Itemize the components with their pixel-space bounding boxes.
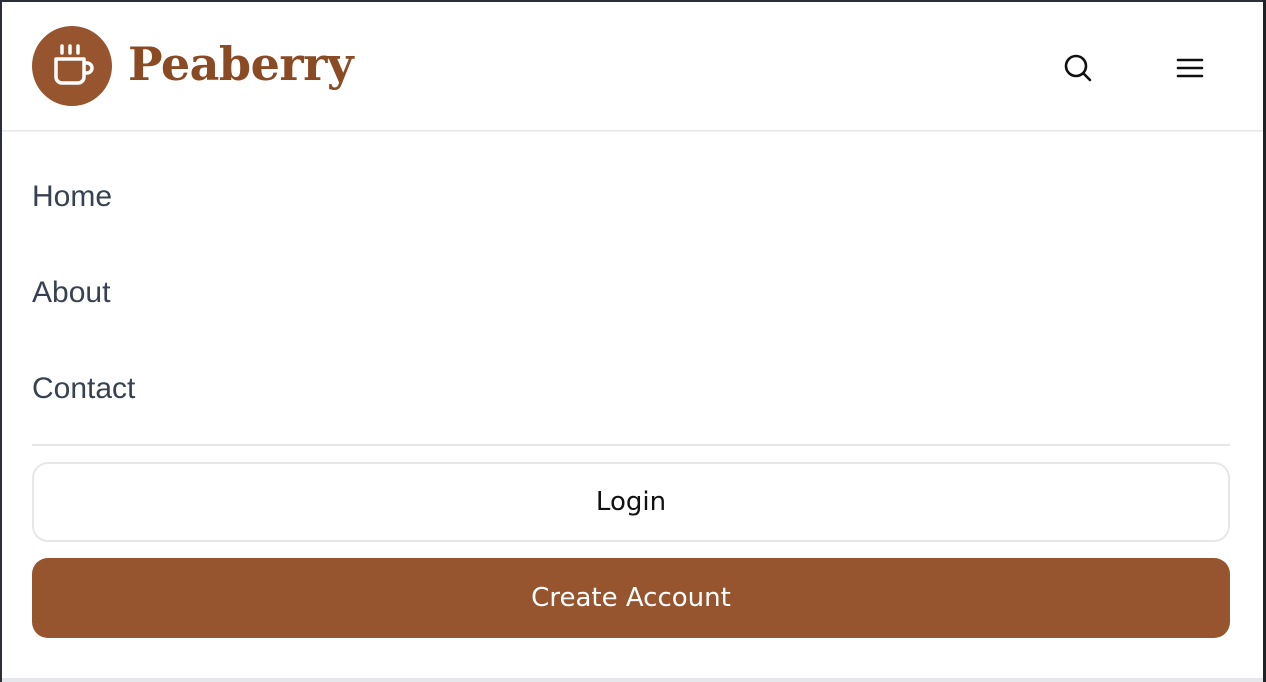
- hamburger-menu-icon: [1176, 58, 1204, 78]
- site-header: Peaberry: [2, 2, 1263, 131]
- menu-bottom-border: [2, 678, 1263, 682]
- browser-viewport: Peaberry Home About Contact Login Create…: [0, 0, 1263, 682]
- nav-link-contact[interactable]: Contact: [32, 371, 135, 407]
- menu-toggle-button[interactable]: [1168, 46, 1212, 90]
- search-button[interactable]: [1056, 46, 1100, 90]
- mobile-menu: Home About Contact Login Create Account: [2, 132, 1263, 678]
- create-account-button[interactable]: Create Account: [32, 558, 1230, 638]
- search-icon: [1064, 54, 1092, 82]
- login-button[interactable]: Login: [32, 462, 1230, 542]
- nav-link-about[interactable]: About: [32, 275, 110, 311]
- coffee-cup-icon: [54, 44, 94, 85]
- brand-name[interactable]: Peaberry: [128, 34, 354, 94]
- nav-link-home[interactable]: Home: [32, 179, 112, 215]
- menu-divider: [32, 444, 1230, 446]
- logo-badge[interactable]: [32, 26, 112, 106]
